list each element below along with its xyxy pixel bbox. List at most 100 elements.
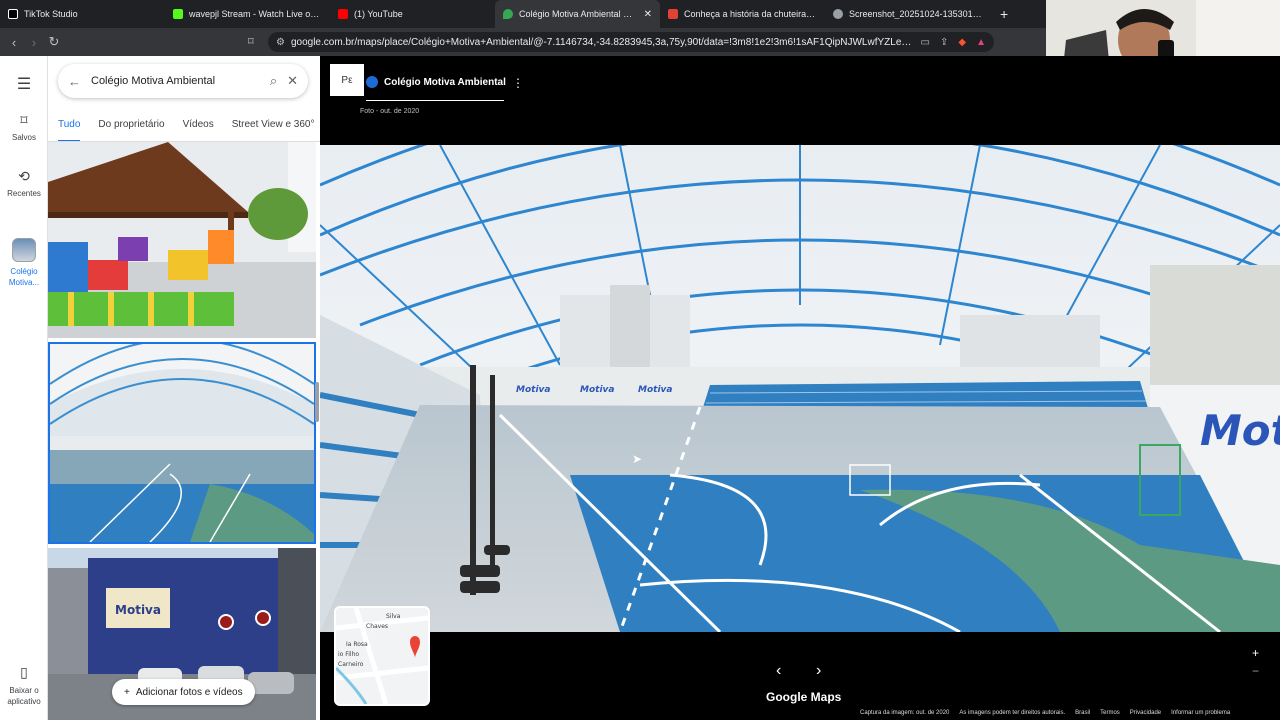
capture-date: Captura da imagem: out. de 2020 (860, 710, 950, 716)
next-photo-icon[interactable]: › (816, 662, 821, 680)
google-maps-brand: Google Maps (766, 690, 842, 704)
photo-date: Foto - out. de 2020 (360, 108, 420, 115)
download-app-button[interactable]: ▯ Baixar o aplicativo (0, 664, 48, 707)
photo-court-selected[interactable] (48, 342, 316, 544)
photos-panel: ← Colégio Motiva Ambiental ⌕ ✕ Tudo Do p… (48, 56, 320, 720)
menu-icon: ☰ (16, 76, 32, 93)
motiva-logo-icon (366, 76, 378, 88)
banner-motiva-2: Motiva (580, 385, 614, 395)
photo-playground[interactable] (48, 142, 316, 338)
kick-icon (173, 9, 183, 19)
tab-screenshot[interactable]: Screenshot_20251024-135301_Photo (825, 0, 990, 28)
share-icon[interactable]: ⇪ (940, 37, 948, 48)
street-silva: Silva (386, 613, 401, 620)
brave-shield-icon[interactable]: ◆ (958, 37, 966, 48)
place-label: Colégio Motiva... (8, 267, 40, 287)
tab-kick[interactable]: wavepjl Stream - Watch Live on Kick (165, 0, 330, 28)
recent-button[interactable]: ⟲ Recentes (0, 168, 48, 198)
tab-tiktok[interactable]: TikTok Studio (0, 0, 165, 28)
close-tab-icon[interactable]: ✕ (644, 9, 652, 20)
viewer-title[interactable]: Colégio Motiva Ambiental (366, 76, 506, 88)
photo-grid: Motiva (48, 142, 320, 720)
logo-text: Pε (341, 74, 353, 86)
street-carneiro: Carneiro (338, 661, 364, 668)
maps-pin-icon (503, 9, 513, 19)
search-icon[interactable]: ⌕ (270, 73, 277, 89)
download-label: Baixar o aplicativo (7, 686, 41, 706)
reload-icon[interactable]: ↻ (44, 34, 64, 50)
zoom-in-button[interactable]: + (1252, 646, 1259, 660)
panel-scrollbar[interactable] (315, 382, 319, 422)
tab-videos[interactable]: Vídeos (183, 112, 214, 141)
place-thumbnail (12, 238, 36, 262)
rewards-icon[interactable]: ▲ (976, 37, 986, 48)
tab-label: TikTok Studio (24, 9, 78, 19)
left-rail: ☰ ⌑ Salvos ⟲ Recentes Colégio Motiva... … (0, 56, 48, 720)
mouse-cursor-icon: ➤ (632, 452, 643, 466)
saved-button[interactable]: ⌑ Salvos (0, 112, 48, 142)
tab-label: Colégio Motiva Ambiental - Goo (519, 9, 634, 19)
add-photos-label: Adicionar fotos e vídeos (135, 686, 243, 698)
tiktok-icon (8, 9, 18, 19)
footer-privacy[interactable]: Privacidade (1130, 710, 1161, 716)
more-options-icon[interactable]: ⋮ (512, 76, 524, 90)
banner-motiva-3: Motiva (638, 385, 672, 395)
bookmark-icon[interactable]: ⌑ (248, 35, 254, 48)
recent-label: Recentes (7, 189, 41, 198)
tab-owner[interactable]: Do proprietário (98, 112, 164, 141)
tab-label: wavepjl Stream - Watch Live on Kick (189, 9, 322, 19)
forward-icon[interactable]: › (24, 35, 44, 50)
photo-viewer: Pε Colégio Motiva Ambiental ⋮ Foto - out… (320, 56, 1280, 720)
browser-tab-bar: TikTok Studio wavepjl Stream - Watch Liv… (0, 0, 1046, 28)
tab-youtube[interactable]: (1) YouTube (330, 0, 495, 28)
phone-icon: ▯ (20, 664, 28, 680)
new-tab-button[interactable]: + (990, 6, 1018, 22)
saved-label: Salvos (11, 133, 36, 142)
search-box[interactable]: ← Colégio Motiva Ambiental ⌕ ✕ (58, 64, 308, 98)
footer-report[interactable]: Informar um problema (1171, 710, 1230, 716)
footer-country[interactable]: Brasil (1075, 710, 1090, 716)
menu-button[interactable]: ☰ (0, 74, 48, 98)
street-filho: io Filho (338, 651, 359, 658)
url-field[interactable]: ⚙ google.com.br/maps/place/Colégio+Motiv… (268, 32, 994, 52)
copyright-note: As imagens podem ter direitos autorais. (959, 710, 1066, 716)
tab-street-view[interactable]: Street View e 360° (232, 112, 315, 141)
add-photos-button[interactable]: + Adicionar fotos e vídeos (112, 679, 255, 705)
tab-google-maps[interactable]: Colégio Motiva Ambiental - Goo ✕ (495, 0, 660, 28)
youtube-icon (338, 9, 348, 19)
school-sign: Motiva (115, 603, 161, 617)
screen: TikTok Studio wavepjl Stream - Watch Liv… (0, 0, 1280, 720)
map-footer: Captura da imagem: out. de 2020 As image… (860, 710, 1230, 716)
install-icon[interactable]: ▭ (921, 37, 930, 48)
street-chaves: Chaves (366, 623, 388, 630)
tab-nike[interactable]: Conheça a história da chuteira Nike M (660, 0, 825, 28)
tab-label: Conheça a história da chuteira Nike M (684, 9, 817, 19)
news-icon (668, 9, 678, 19)
street-rosa: Ia Rosa (346, 641, 368, 648)
search-input[interactable]: Colégio Motiva Ambiental (91, 75, 260, 87)
wall-logo: Motiv (1200, 406, 1280, 455)
footer-terms[interactable]: Termos (1100, 710, 1120, 716)
zoom-out-button[interactable]: − (1252, 664, 1259, 678)
viewer-title-text: Colégio Motiva Ambiental (384, 76, 506, 88)
back-icon[interactable]: ‹ (4, 35, 24, 50)
main-photo-court[interactable]: Motiva Motiva Motiva Motiv (320, 145, 1280, 632)
recent-place-button[interactable]: Colégio Motiva... (0, 238, 48, 288)
previous-photo-icon[interactable]: ‹ (776, 662, 781, 680)
close-icon[interactable]: ✕ (287, 73, 298, 89)
tab-all[interactable]: Tudo (58, 112, 81, 141)
site-info-icon[interactable]: ⚙ (276, 37, 285, 48)
tab-label: (1) YouTube (354, 9, 403, 19)
globe-icon (833, 9, 843, 19)
url-text: google.com.br/maps/place/Colégio+Motiva+… (290, 36, 913, 48)
title-underline (366, 100, 504, 101)
address-bar-row: ‹ › ↻ ⌑ ⚙ google.com.br/maps/place/Colég… (0, 28, 1046, 56)
plus-icon: + (124, 686, 130, 698)
back-arrow-icon[interactable]: ← (68, 74, 81, 89)
bookmark-icon: ⌑ (20, 112, 28, 128)
place-logo[interactable]: Pε (330, 64, 364, 96)
history-icon: ⟲ (18, 168, 30, 184)
mini-map[interactable]: Silva Chaves Ia Rosa Carneiro io Filho (334, 606, 430, 706)
photo-category-tabs: Tudo Do proprietário Vídeos Street View … (48, 112, 320, 142)
banner-motiva-1: Motiva (516, 385, 550, 395)
